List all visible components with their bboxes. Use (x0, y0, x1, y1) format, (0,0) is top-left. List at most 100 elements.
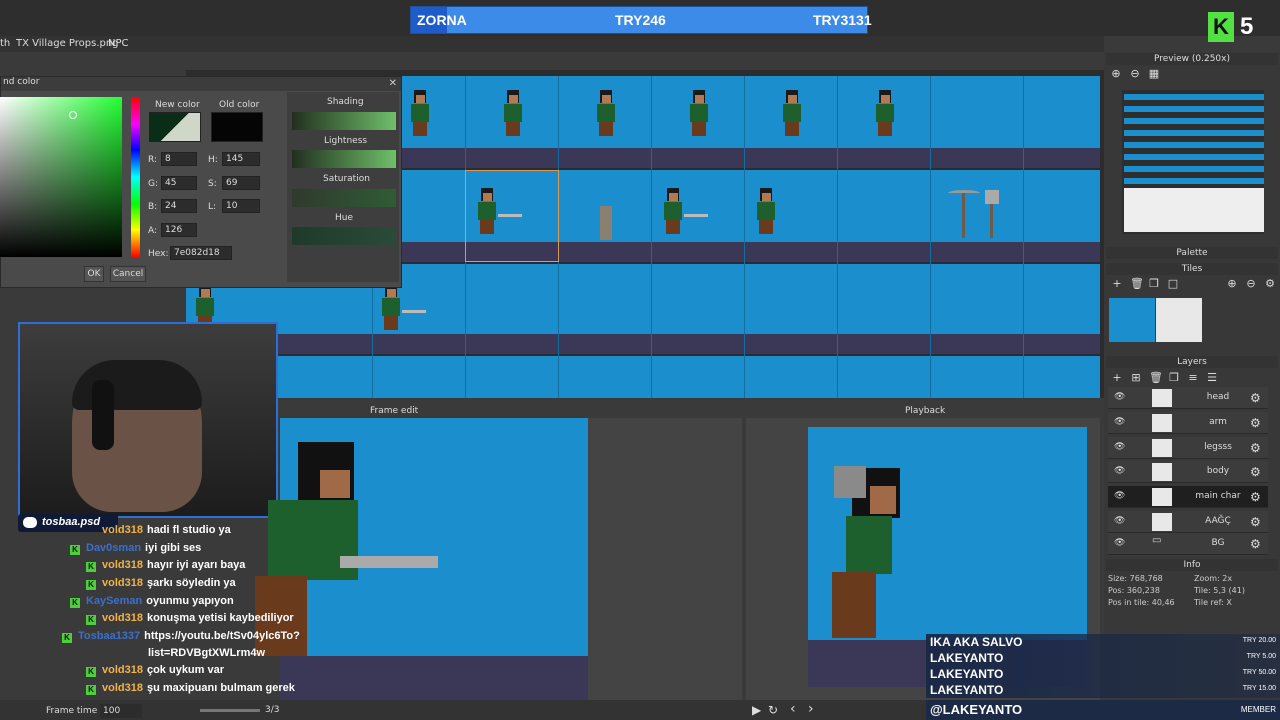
layer-settings-icon[interactable]: ⚙ (1250, 537, 1261, 551)
loop-icon[interactable]: ↻ (768, 703, 778, 717)
tab-2[interactable]: NPC (108, 38, 129, 49)
banner-right: TRY3131 (813, 12, 872, 28)
character-sprite (874, 90, 896, 136)
zoom-out-icon[interactable]: ⊖ (1129, 68, 1141, 80)
hex-label: Hex: (148, 249, 169, 259)
a-input[interactable]: 126 (161, 223, 197, 237)
chat-message: K Dav0sman iyi gibi ses (70, 542, 201, 555)
frame-icon[interactable]: □ (1167, 278, 1179, 290)
chat-message: list=RDVBgtXWLrm4w (148, 647, 265, 659)
eye-icon[interactable]: 👁 (1114, 491, 1125, 501)
preview-header: Preview (0.250x) (1106, 53, 1278, 65)
character-sprite (688, 90, 710, 136)
next-frame-icon[interactable]: › (808, 701, 814, 717)
cancel-button[interactable]: Cancel (110, 266, 146, 282)
old-color-label: Old color (219, 100, 260, 110)
character-sprite (476, 188, 498, 234)
color-picker-field[interactable] (0, 97, 122, 257)
frame-time-label: Frame time (46, 706, 98, 716)
layer-settings-icon[interactable]: ⚙ (1250, 416, 1261, 430)
chat-username: Dav0sman (86, 542, 142, 554)
tiles-zoom-in-icon[interactable]: ⊕ (1226, 278, 1238, 290)
layer-row[interactable]: 👁 body ⚙ (1108, 461, 1268, 483)
layer-row[interactable]: 👁 AAĞÇ ⚙ (1108, 511, 1268, 533)
r-input[interactable]: 8 (161, 152, 197, 166)
info-size: Size: 768,768 (1108, 574, 1163, 583)
eye-icon[interactable]: 👁 (1114, 442, 1125, 452)
add-icon[interactable]: + (1111, 278, 1123, 290)
old-color-swatch (211, 112, 263, 142)
h-input[interactable]: 145 (222, 152, 260, 166)
layer-settings-icon[interactable]: ⚙ (1250, 391, 1261, 405)
layer-settings-icon[interactable]: ⚙ (1250, 515, 1261, 529)
l-input[interactable]: 10 (222, 199, 260, 213)
character-sprite (595, 90, 617, 136)
chat-message: Kvold318 şu maxipuanı bulmam gerek (86, 682, 295, 695)
layer-settings-icon[interactable]: ⚙ (1250, 441, 1261, 455)
layer-group-icon[interactable]: ⊞ (1130, 372, 1142, 384)
info-header: Info (1106, 559, 1278, 571)
tab-1[interactable]: TX Village Props.png (16, 38, 119, 49)
eye-icon[interactable]: 👁 (1114, 516, 1125, 526)
layer-row[interactable]: 👁 arm ⚙ (1108, 412, 1268, 434)
layer-delete-icon[interactable]: 🗑 (1149, 372, 1163, 384)
color-dialog-title: nd color (1, 77, 401, 91)
picker-cursor[interactable] (69, 111, 77, 119)
chat-username: Tosbaa1337 (78, 630, 141, 642)
hex-input[interactable]: 7e082d18 (170, 246, 232, 260)
frame-edit-title: Frame edit (370, 406, 419, 416)
close-icon[interactable]: ✕ (389, 78, 397, 89)
layer-add-icon[interactable]: + (1111, 372, 1123, 384)
eye-icon[interactable]: 👁 (1114, 392, 1125, 402)
frame-edit-header (280, 406, 742, 418)
eye-icon[interactable]: 👁 (1114, 417, 1125, 427)
b-label: B: (148, 202, 158, 212)
layer-settings-icon[interactable]: ⚙ (1250, 490, 1261, 504)
copy-icon[interactable]: ❐ (1148, 278, 1160, 290)
weapon-sprite (402, 310, 426, 313)
weapon-sprite (684, 214, 708, 217)
chat-username: vold318 (102, 559, 143, 571)
layer-row[interactable]: 👁 main char ⚙ (1108, 486, 1268, 508)
layer-row[interactable]: 👁 ▭ BG ⚙ (1108, 533, 1268, 555)
g-input[interactable]: 45 (161, 176, 197, 190)
saturation-swatches[interactable] (292, 189, 396, 207)
info-zoom: Zoom: 2x (1194, 574, 1233, 583)
layer-name: arm (1209, 417, 1227, 427)
layer-name: BG (1211, 538, 1225, 548)
new-color-label: New color (155, 100, 200, 110)
fit-icon[interactable]: ▦ (1148, 68, 1160, 80)
tiles-zoom-out-icon[interactable]: ⊖ (1245, 278, 1257, 290)
tile-band-3 (186, 334, 1100, 354)
frame-time-input[interactable]: 100 (100, 704, 142, 718)
chat-username: vold318 (102, 612, 143, 624)
hue-swatches[interactable] (292, 227, 396, 245)
layer-copy-icon[interactable]: ❐ (1168, 372, 1180, 384)
tile-thumb-blue[interactable] (1109, 298, 1155, 342)
r-label: R: (148, 155, 158, 165)
tile-thumb-empty[interactable] (1156, 298, 1202, 342)
eye-icon[interactable]: 👁 (1114, 466, 1125, 476)
frame-slider[interactable] (200, 709, 260, 712)
layer-merge-icon[interactable]: ≡ (1187, 372, 1199, 384)
delete-icon[interactable]: 🗑 (1130, 278, 1144, 290)
zoom-in-icon[interactable]: ⊕ (1110, 68, 1122, 80)
lightness-swatches[interactable] (292, 150, 396, 168)
layer-settings-icon[interactable]: ⚙ (1250, 465, 1261, 479)
shading-swatches[interactable] (292, 112, 396, 130)
b-input[interactable]: 24 (161, 199, 197, 213)
layer-flatten-icon[interactable]: ☰ (1206, 372, 1218, 384)
s-input[interactable]: 69 (222, 176, 260, 190)
play-icon[interactable]: ▶ (752, 703, 761, 717)
l-label: L: (208, 202, 217, 212)
banner-center: TRY246 (615, 12, 666, 28)
prev-frame-icon[interactable]: ‹ (790, 701, 796, 717)
hue-slider[interactable] (131, 97, 140, 257)
eye-icon[interactable]: 👁 (1114, 538, 1125, 548)
kick-badge-icon: K (86, 580, 96, 590)
ok-button[interactable]: OK (84, 266, 104, 282)
tab-0[interactable]: th (0, 38, 10, 49)
layer-row[interactable]: 👁 head ⚙ (1108, 387, 1268, 409)
tiles-settings-icon[interactable]: ⚙ (1264, 278, 1276, 290)
layer-row[interactable]: 👁 legsss ⚙ (1108, 437, 1268, 459)
